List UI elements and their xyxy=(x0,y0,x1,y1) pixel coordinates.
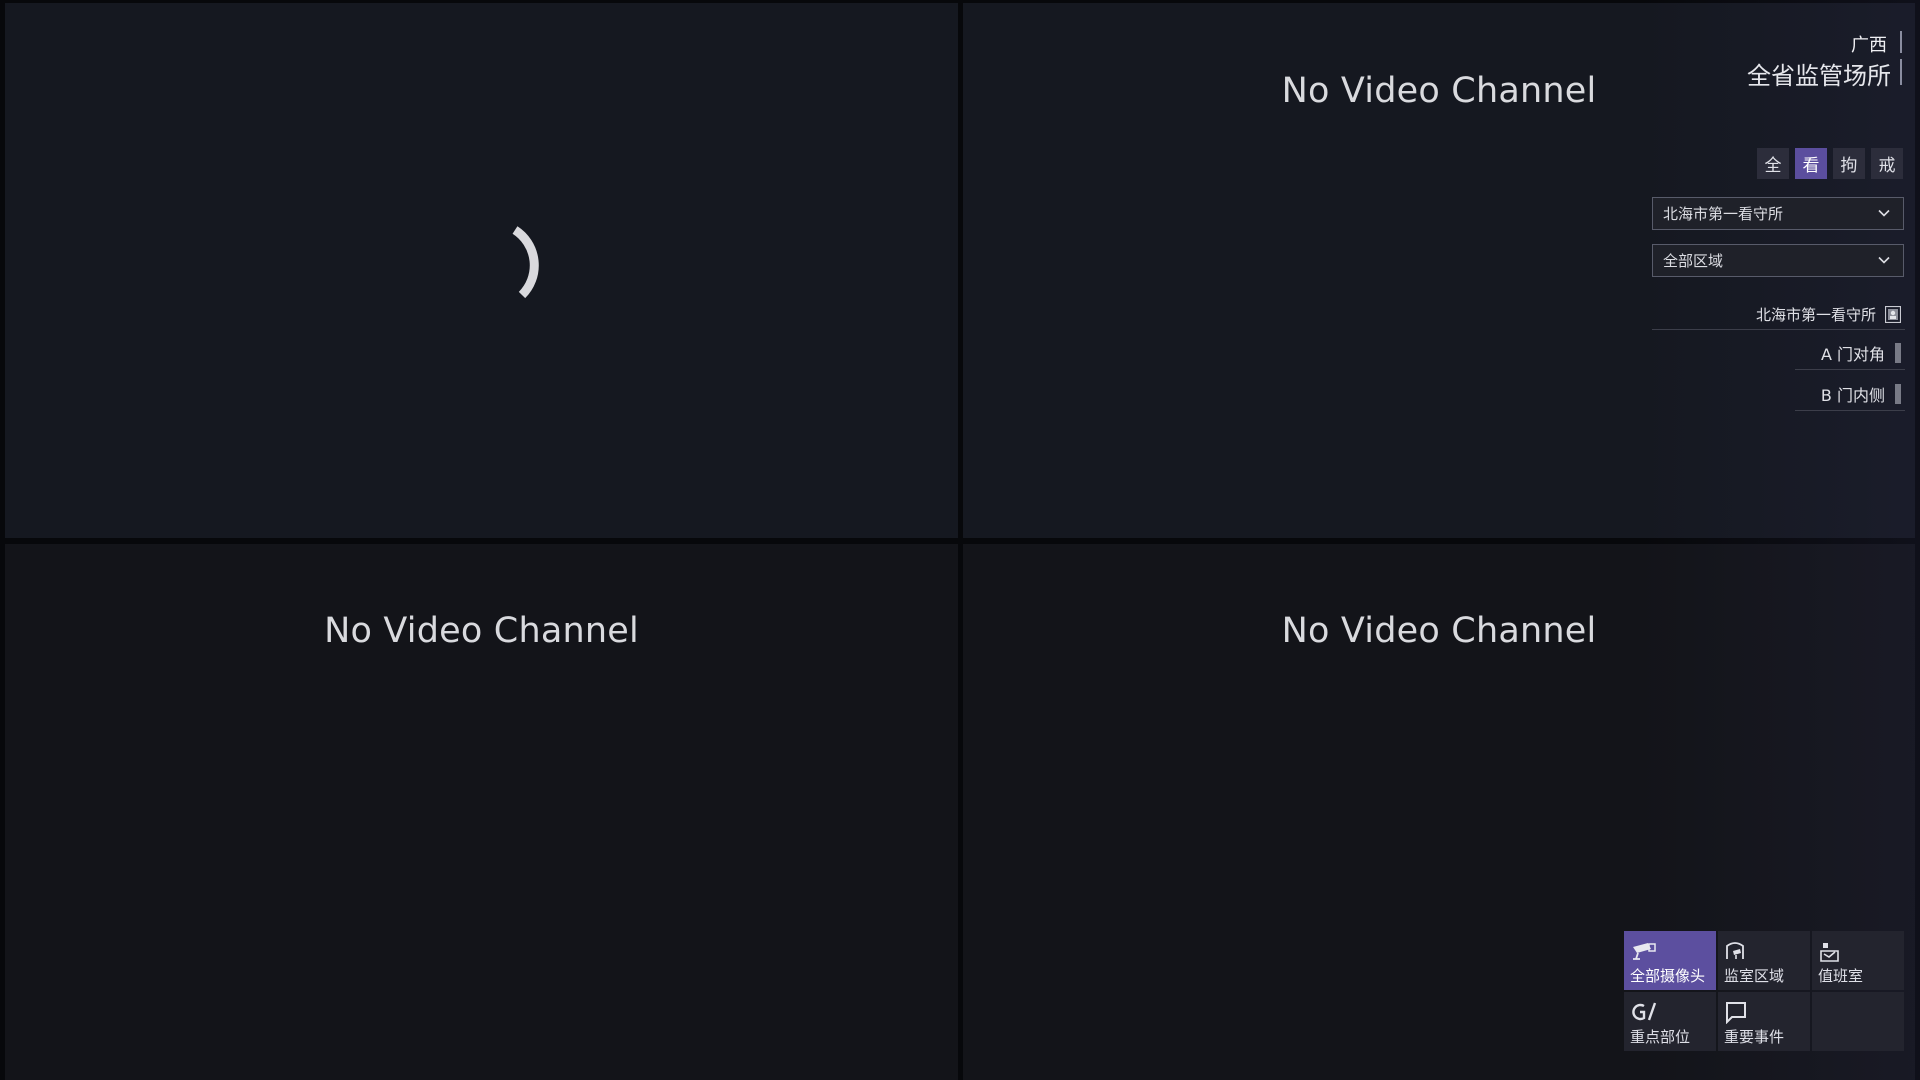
area-select-value: 全部区域 xyxy=(1663,252,1724,270)
camera-status-indicator xyxy=(1895,342,1901,363)
province-title: 广西 xyxy=(1851,35,1887,56)
camera-icon xyxy=(1633,943,1656,960)
area-select[interactable]: 全部区域 xyxy=(1652,244,1904,277)
filter-custody-button[interactable]: 拘 xyxy=(1833,148,1865,179)
bookmark-icon xyxy=(1726,1002,1746,1024)
filter-detention-button[interactable]: 看 xyxy=(1795,148,1827,179)
nav-label: 重点部位 xyxy=(1630,1028,1691,1046)
page-subtitle: 全省监管场所 xyxy=(1747,62,1891,90)
nav-all-cameras-button[interactable]: 全部摄像头 xyxy=(1624,931,1716,990)
nav-cell-area-button[interactable]: 监室区域 xyxy=(1718,931,1810,990)
facility-select[interactable]: 北海市第一看守所 xyxy=(1652,197,1904,230)
tree-item-camera[interactable]: B 门内侧 xyxy=(1795,377,1905,411)
no-video-message: No Video Channel xyxy=(324,611,639,651)
facility-type-filters: 全 看 拘 戒 xyxy=(1757,148,1903,179)
video-grid: No Video Channel No Video Channel No Vid… xyxy=(0,0,1920,1080)
tree-root-label: 北海市第一看守所 xyxy=(1755,306,1876,324)
camera-status-indicator xyxy=(1895,383,1901,404)
nav-important-events-button[interactable]: 重要事件 xyxy=(1718,992,1810,1051)
no-video-message: No Video Channel xyxy=(1281,71,1597,111)
chevron-down-icon xyxy=(1878,256,1890,264)
tree-item-camera[interactable]: A 门对角 xyxy=(1795,336,1905,370)
loading-spinner-icon xyxy=(512,226,539,299)
chevron-down-icon xyxy=(1878,209,1890,217)
nav-empty-slot xyxy=(1812,992,1904,1051)
nav-label: 重要事件 xyxy=(1724,1028,1785,1046)
tree-root-item[interactable]: 北海市第一看守所 xyxy=(1652,300,1905,330)
filter-rehab-button[interactable]: 戒 xyxy=(1871,148,1903,179)
video-cell-1[interactable] xyxy=(5,3,958,538)
bottom-category-nav: 全部摄像头 监室区域 值班室 重点部位 重要事件 xyxy=(1624,931,1904,1051)
subtitle-divider xyxy=(1900,59,1902,85)
tree-item-label: A 门对角 xyxy=(1820,344,1885,364)
facility-icon xyxy=(1885,306,1901,323)
nav-key-location-button[interactable]: 重点部位 xyxy=(1624,992,1716,1051)
nav-label: 全部摄像头 xyxy=(1630,967,1706,985)
filter-all-button[interactable]: 全 xyxy=(1757,148,1789,179)
nav-label: 值班室 xyxy=(1818,967,1864,985)
no-video-message: No Video Channel xyxy=(1281,611,1597,651)
title-divider xyxy=(1900,31,1902,53)
tree-item-label: B 门内侧 xyxy=(1820,385,1885,405)
video-cell-3[interactable]: No Video Channel xyxy=(5,544,958,1080)
nav-duty-room-button[interactable]: 值班室 xyxy=(1812,931,1904,990)
cell-area-icon xyxy=(1726,942,1744,959)
duty-room-icon xyxy=(1820,943,1839,962)
nav-label: 监室区域 xyxy=(1724,967,1785,985)
key-location-icon xyxy=(1632,1002,1657,1021)
facility-select-value: 北海市第一看守所 xyxy=(1663,205,1784,223)
